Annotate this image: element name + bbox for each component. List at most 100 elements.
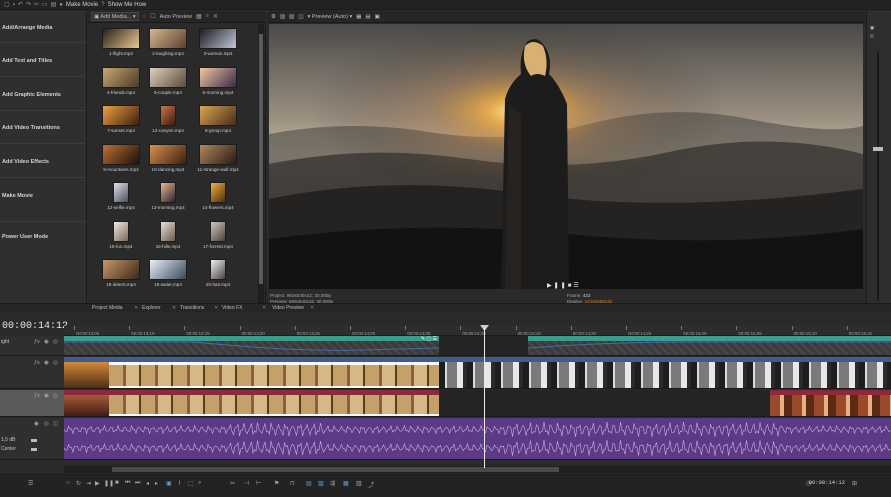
- marker-icon[interactable]: ⚑: [274, 480, 279, 487]
- solo-icon[interactable]: ◎: [53, 360, 58, 366]
- sidebar-item-add-graphics[interactable]: Add Graphic Elements: [2, 92, 61, 98]
- render-icon[interactable]: ●: [59, 2, 63, 8]
- trim-start-icon[interactable]: ⊣: [244, 480, 249, 487]
- ignore-grouping-icon[interactable]: ▥: [356, 480, 362, 487]
- tab-transitions[interactable]: Transitions: [180, 305, 204, 311]
- settings-icon[interactable]: ⚙: [271, 14, 276, 20]
- sidebar-item-make-movie[interactable]: Make Movie: [2, 193, 33, 199]
- mute-icon[interactable]: ◉: [34, 421, 39, 427]
- playhead[interactable]: [484, 328, 485, 468]
- make-movie-button[interactable]: Make Movie: [66, 2, 98, 8]
- search-icon[interactable]: ⌕: [206, 13, 209, 20]
- media-thumbnail[interactable]: [113, 220, 129, 242]
- sidebar-item-power-user[interactable]: Power User Mode: [2, 234, 48, 240]
- sidebar-item-add-effects[interactable]: Add Video Effects: [2, 159, 49, 165]
- audio-pan[interactable]: Center: [1, 446, 16, 452]
- mute-icon[interactable]: ◉: [44, 360, 49, 366]
- lock-envelopes-icon[interactable]: ▦: [343, 480, 349, 487]
- tab-video-preview[interactable]: Video Preview: [272, 305, 304, 311]
- media-thumbnail[interactable]: [102, 143, 140, 165]
- timeline-ruler[interactable]: 00:00:13;05 00:00:13;10 00:00:13;15 00:00:1…: [64, 326, 891, 336]
- media-thumbnail[interactable]: [149, 259, 187, 280]
- help-icon[interactable]: ?: [101, 2, 104, 8]
- fx-icon[interactable]: ƒx: [34, 339, 40, 345]
- solo-icon[interactable]: ◎: [53, 339, 58, 345]
- pause-icon[interactable]: ❚❚: [104, 480, 114, 487]
- media-thumbnail[interactable]: [160, 220, 176, 242]
- play-icon[interactable]: ▶: [95, 480, 100, 487]
- envelope-edit-icon[interactable]: ⌇: [178, 480, 181, 487]
- redo-icon[interactable]: ↷: [26, 1, 31, 8]
- pan-slider[interactable]: [31, 448, 37, 451]
- video-clip-sunset[interactable]: [64, 395, 109, 416]
- go-start-icon[interactable]: ⏮: [125, 480, 130, 487]
- master-fader[interactable]: [873, 147, 883, 151]
- volume-slider[interactable]: [31, 439, 37, 442]
- stop-icon[interactable]: ■: [115, 480, 119, 486]
- close-icon[interactable]: ✕: [310, 305, 314, 311]
- video-clip-fields[interactable]: [109, 362, 439, 388]
- copy-frame-icon[interactable]: ▤: [365, 14, 370, 20]
- save-icon[interactable]: ▪: [13, 2, 15, 8]
- sidebar-item-add-arrange-media[interactable]: Add/Arrange Media: [2, 25, 52, 31]
- close-icon[interactable]: ✕: [214, 305, 218, 311]
- view-icon[interactable]: ▦: [196, 13, 202, 20]
- track-header-video[interactable]: ƒx ◉ ◎: [0, 357, 64, 389]
- grid-icon[interactable]: ⊞: [852, 480, 857, 487]
- trim-end-icon[interactable]: ⊢: [256, 480, 261, 487]
- normal-edit-icon[interactable]: ▣: [166, 480, 172, 487]
- record-icon[interactable]: ◎: [44, 421, 49, 427]
- render-icon[interactable]: ⤴: [368, 480, 374, 489]
- media-scrollbar[interactable]: [258, 24, 264, 304]
- track-header-video-2[interactable]: ƒx ◉ ◎: [0, 390, 64, 417]
- video-clip-mountains[interactable]: [439, 362, 891, 388]
- media-thumbnail[interactable]: [210, 182, 226, 203]
- scroll-thumb[interactable]: [112, 467, 559, 472]
- media-thumbnail[interactable]: [160, 105, 176, 126]
- add-media-button[interactable]: ▣ Add Media... ▾: [91, 12, 139, 21]
- video-track-2[interactable]: [64, 390, 891, 417]
- close-icon[interactable]: ✕: [134, 305, 138, 311]
- solo-icon[interactable]: ◫: [53, 421, 58, 427]
- video-clip-desert[interactable]: [770, 395, 891, 416]
- tab-explorer[interactable]: Explorer: [142, 305, 161, 311]
- sidebar-item-add-text[interactable]: Add Text and Titles: [2, 58, 52, 64]
- split-icon[interactable]: ▧: [280, 14, 285, 20]
- media-thumbnail[interactable]: [102, 66, 140, 88]
- tab-video-fx[interactable]: Video FX: [222, 305, 242, 311]
- play-icon[interactable]: ▶: [547, 283, 554, 289]
- preview-quality-dropdown[interactable]: ▾ Preview (Auto) ▾: [308, 14, 353, 20]
- sidebar-item-add-transitions[interactable]: Add Video Transitions: [2, 125, 60, 131]
- copy-icon[interactable]: ▭: [42, 1, 48, 8]
- save-frame-icon[interactable]: ▣: [375, 14, 380, 20]
- media-thumbnail[interactable]: [199, 28, 237, 49]
- prev-frame-icon[interactable]: ◂: [146, 480, 149, 487]
- audio-track[interactable]: [64, 418, 891, 460]
- zoom-icon[interactable]: ⌕: [198, 480, 201, 487]
- tab-project-media[interactable]: Project Media: [92, 305, 123, 311]
- close-icon[interactable]: ✕: [172, 305, 176, 311]
- video-clip-fields[interactable]: [109, 395, 439, 416]
- next-frame-icon[interactable]: ▸: [155, 480, 158, 487]
- refresh-icon[interactable]: ◌: [143, 14, 147, 20]
- split-icon[interactable]: ✂: [230, 480, 235, 487]
- solo-icon[interactable]: ◎: [870, 33, 874, 39]
- fx-icon[interactable]: ƒx: [34, 393, 40, 399]
- timeline-scrollbar[interactable]: [64, 466, 891, 473]
- media-thumbnail[interactable]: [199, 143, 237, 165]
- text-track[interactable]: ✎ ▢ ☰: [64, 336, 891, 356]
- audio-clip[interactable]: [64, 418, 891, 459]
- record-icon[interactable]: ○: [66, 480, 70, 486]
- go-end-icon[interactable]: ⏭: [135, 480, 140, 487]
- selection-icon[interactable]: ⬚: [188, 480, 194, 487]
- loop-icon[interactable]: ↻: [76, 480, 81, 487]
- paste-icon[interactable]: ▤: [51, 1, 57, 8]
- media-thumbnail[interactable]: [102, 28, 140, 49]
- overlay-icon[interactable]: ◫: [298, 14, 303, 20]
- media-thumbnail[interactable]: [149, 143, 187, 165]
- video-track[interactable]: [64, 357, 891, 389]
- snapping-icon[interactable]: ▤: [306, 480, 312, 487]
- media-thumbnail[interactable]: [149, 66, 187, 88]
- grid-icon[interactable]: ▦: [356, 14, 361, 20]
- fx-icon[interactable]: ƒx: [34, 360, 40, 366]
